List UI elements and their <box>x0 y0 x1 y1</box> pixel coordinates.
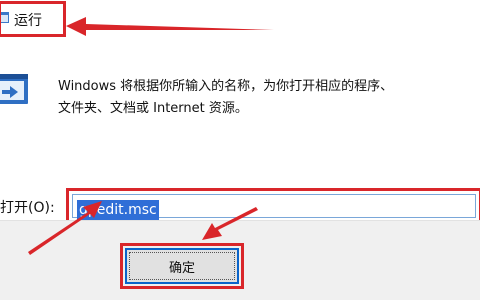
run-dialog: 运行 Windows 将根据你所输入的名称，为你打开相应的程序、 文件夹、文档或… <box>0 0 480 300</box>
open-input-field[interactable]: gpedit.msc <box>66 188 480 224</box>
run-dialog-icon <box>0 70 32 110</box>
open-label: 打开(O): <box>0 200 55 216</box>
description-line-2: 文件夹、文档或 Internet 资源。 <box>58 101 248 116</box>
open-input-value[interactable]: gpedit.msc <box>77 200 159 220</box>
title-bar[interactable]: 运行 <box>0 0 480 40</box>
ok-button[interactable]: 确定 <box>125 248 239 284</box>
dialog-body: Windows 将根据你所输入的名称，为你打开相应的程序、 文件夹、文档或 In… <box>0 40 480 224</box>
description-line-1: Windows 将根据你所输入的名称，为你打开相应的程序、 <box>58 79 394 94</box>
dialog-description: Windows 将根据你所输入的名称，为你打开相应的程序、 文件夹、文档或 In… <box>58 76 478 120</box>
open-input-inner[interactable]: gpedit.msc <box>72 194 476 220</box>
title-highlight-box <box>0 1 66 37</box>
